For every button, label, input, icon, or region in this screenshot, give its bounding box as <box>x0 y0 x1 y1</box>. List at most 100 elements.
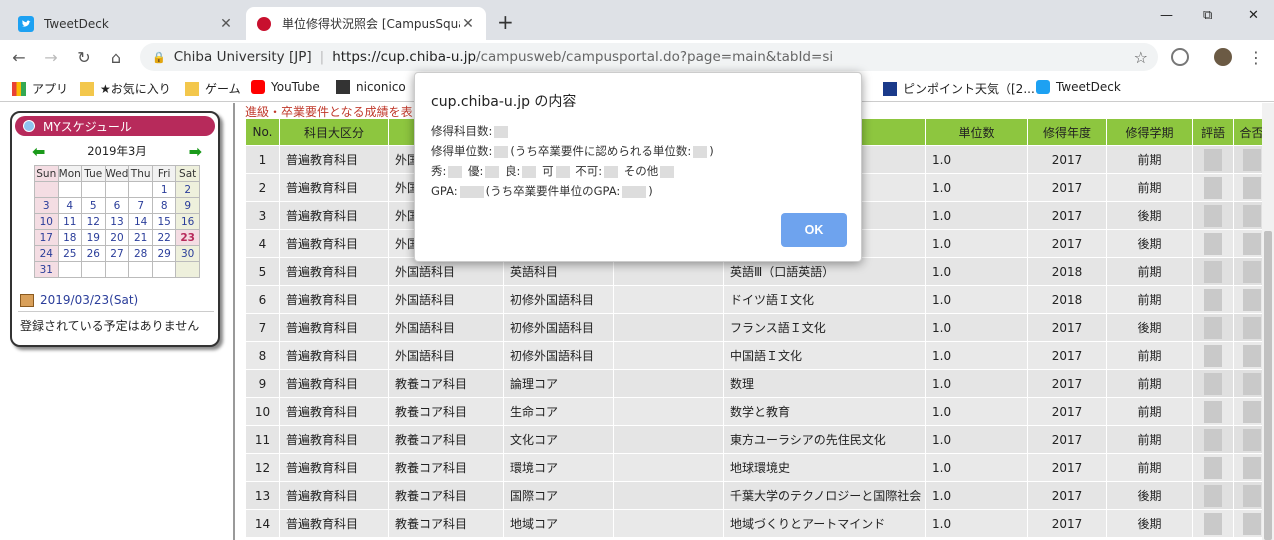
calendar-day[interactable] <box>104 181 130 198</box>
table-row[interactable]: 14 普遍教育科目 教養コア科目 地域コア 地域づくりとアートマインド 1.0 2017 後期 <box>245 509 1270 538</box>
column-header[interactable]: 修得年度 <box>1027 118 1107 146</box>
calendar-day[interactable]: 9 <box>175 197 200 214</box>
vertical-scrollbar[interactable] <box>1262 103 1274 540</box>
scrollbar-thumb[interactable] <box>1264 231 1272 540</box>
calendar-day[interactable]: 16 <box>175 213 200 230</box>
calendar-day[interactable]: 31 <box>34 261 59 278</box>
calendar-day[interactable] <box>81 181 106 198</box>
calendar-day[interactable]: 25 <box>57 245 82 262</box>
calendar-day[interactable]: 14 <box>128 213 153 230</box>
calendar-day[interactable] <box>175 261 200 278</box>
close-tab-icon[interactable]: ✕ <box>218 16 234 32</box>
forward-icon[interactable]: → <box>40 46 62 68</box>
calendar-day[interactable]: 22 <box>151 229 177 246</box>
calendar-day[interactable] <box>128 261 153 278</box>
bookmark-niconico[interactable]: niconico <box>336 80 406 94</box>
calendar-day[interactable]: 12 <box>81 213 106 230</box>
column-header[interactable]: 科目大区分 <box>279 118 389 146</box>
calendar-day[interactable]: 4 <box>57 197 82 214</box>
table-cell: 東方ユーラシアの先住民文化 <box>723 425 926 454</box>
table-row[interactable]: 13 普遍教育科目 教養コア科目 国際コア 千葉大学のテクノロジーと国際社会 1.0 201… <box>245 481 1270 510</box>
calendar-day[interactable]: 29 <box>151 245 177 262</box>
minimize-button[interactable]: — <box>1160 8 1173 23</box>
calendar-day[interactable]: 1 <box>151 181 177 198</box>
calendar-day[interactable]: 8 <box>151 197 177 214</box>
bookmark-weather[interactable]: ピンポイント天気（[2... <box>883 80 1035 97</box>
table-row[interactable]: 6 普遍教育科目 外国語科目 初修外国語科目 ドイツ語Ｉ文化 1.0 2018 前期 <box>245 285 1270 314</box>
calendar-day[interactable]: 17 <box>34 229 59 246</box>
weekday-header: Sat <box>175 165 200 182</box>
calendar-day[interactable]: 2 <box>175 181 200 198</box>
calendar-day[interactable] <box>57 181 82 198</box>
bookmark-star-icon[interactable]: ☆ <box>1134 48 1148 67</box>
redacted-block <box>1204 372 1222 395</box>
calendar-day[interactable]: 28 <box>128 245 153 262</box>
calendar-day[interactable]: 21 <box>128 229 153 246</box>
bookmark-youtube[interactable]: YouTube <box>251 80 320 94</box>
calendar-day[interactable] <box>128 181 153 198</box>
calendar-day[interactable] <box>151 261 177 278</box>
column-header[interactable]: 修得学期 <box>1106 118 1193 146</box>
university-icon <box>256 16 272 32</box>
calendar-day[interactable]: 13 <box>104 213 130 230</box>
calendar-day[interactable]: 19 <box>81 229 106 246</box>
menu-kebab-icon[interactable]: ⋮ <box>1245 46 1267 68</box>
prev-month-arrow-icon[interactable]: ⬅ <box>32 142 45 161</box>
close-tab-icon[interactable]: ✕ <box>460 16 476 32</box>
tab-title: TweetDeck <box>44 16 109 31</box>
column-header[interactable]: No. <box>245 118 280 146</box>
close-window-button[interactable]: ✕ <box>1248 8 1259 23</box>
tab-campussquare[interactable]: 単位修得状況照会 [CampusSquare ✕ <box>246 7 486 40</box>
calendar-day[interactable] <box>81 261 106 278</box>
bookmark-tweetdeck[interactable]: TweetDeck <box>1036 80 1121 94</box>
calendar-day[interactable] <box>104 261 130 278</box>
next-month-arrow-icon[interactable]: ➡ <box>189 142 202 161</box>
calendar-day[interactable]: 10 <box>34 213 59 230</box>
avatar[interactable] <box>1214 48 1232 66</box>
calendar-day[interactable]: 30 <box>175 245 200 262</box>
calendar-day-today[interactable]: 23 <box>175 229 200 246</box>
calendar-day[interactable]: 7 <box>128 197 153 214</box>
schedule-header[interactable]: MYスケジュール <box>15 116 215 136</box>
calendar-day[interactable] <box>34 181 59 198</box>
calendar-day[interactable]: 24 <box>34 245 59 262</box>
tab-tweetdeck[interactable]: TweetDeck ✕ <box>8 7 244 40</box>
table-cell: 初修外国語科目 <box>503 341 614 370</box>
table-row[interactable]: 10 普遍教育科目 教養コア科目 生命コア 数学と教育 1.0 2017 前期 <box>245 397 1270 426</box>
new-tab-button[interactable]: + <box>497 10 514 34</box>
bookmark-favorites[interactable]: ★お気に入り <box>80 80 171 97</box>
table-row[interactable]: 7 普遍教育科目 外国語科目 初修外国語科目 フランス語Ｉ文化 1.0 2017 後期 <box>245 313 1270 342</box>
bookmark-apps[interactable]: アプリ <box>12 80 68 97</box>
calendar-day[interactable]: 15 <box>151 213 177 230</box>
calendar-day[interactable] <box>57 261 82 278</box>
table-row[interactable]: 8 普遍教育科目 外国語科目 初修外国語科目 中国語Ｉ文化 1.0 2017 前期 <box>245 341 1270 370</box>
column-header[interactable]: 評語 <box>1192 118 1234 146</box>
table-row[interactable]: 11 普遍教育科目 教養コア科目 文化コア 東方ユーラシアの先住民文化 1.0 2017 前期 <box>245 425 1270 454</box>
schedule-date[interactable]: 2019/03/23(Sat) <box>20 293 138 307</box>
redacted-cell <box>1192 397 1234 426</box>
table-row[interactable]: 12 普遍教育科目 教養コア科目 環境コア 地球環境史 1.0 2017 前期 <box>245 453 1270 482</box>
calendar-day[interactable]: 11 <box>57 213 82 230</box>
calendar-day[interactable]: 27 <box>104 245 130 262</box>
extension-icon[interactable] <box>1171 48 1189 66</box>
table-row[interactable]: 9 普遍教育科目 教養コア科目 論理コア 数理 1.0 2017 前期 <box>245 369 1270 398</box>
table-cell: 前期 <box>1106 369 1193 398</box>
maximize-button[interactable]: ⧉ <box>1203 8 1212 23</box>
ok-button[interactable]: OK <box>781 213 847 247</box>
table-cell: 2017 <box>1027 481 1107 510</box>
calendar-day[interactable]: 5 <box>81 197 106 214</box>
bookmark-games[interactable]: ゲーム <box>185 80 241 97</box>
table-cell: 前期 <box>1106 145 1193 174</box>
column-header[interactable]: 単位数 <box>925 118 1028 146</box>
back-icon[interactable]: ← <box>8 46 30 68</box>
address-bar[interactable]: 🔒 Chiba University [JP] | https://cup.ch… <box>140 43 1158 71</box>
home-icon[interactable]: ⌂ <box>105 46 127 68</box>
calendar-day[interactable]: 20 <box>104 229 130 246</box>
table-cell: 1.0 <box>925 257 1028 286</box>
reload-icon[interactable]: ↻ <box>73 46 95 68</box>
calendar-day[interactable]: 6 <box>104 197 130 214</box>
calendar-day[interactable]: 26 <box>81 245 106 262</box>
redacted-block <box>1204 344 1222 367</box>
calendar-day[interactable]: 3 <box>34 197 59 214</box>
calendar-day[interactable]: 18 <box>57 229 82 246</box>
